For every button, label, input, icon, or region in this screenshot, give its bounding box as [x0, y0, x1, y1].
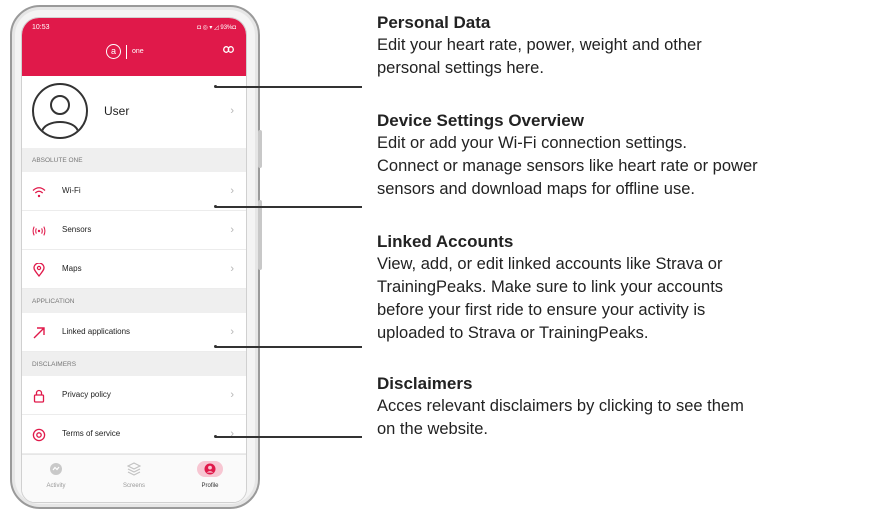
tab-activity[interactable]: Activity — [26, 461, 86, 489]
link-icon[interactable] — [223, 45, 234, 56]
user-profile-row[interactable]: User › — [22, 76, 246, 148]
menu-label-maps: Maps — [62, 264, 82, 273]
note-line: Edit or add your Wi-Fi connection settin… — [377, 134, 687, 152]
app-header: 10:53 ◘ ◎ ▾ ◿ 93%◘ a one — [22, 18, 246, 76]
callout-dot-device-settings — [214, 205, 217, 208]
note-linked-accounts: Linked Accounts View, add, or edit linke… — [377, 232, 872, 344]
user-name: User — [104, 104, 130, 118]
phone-volume-button — [258, 130, 262, 168]
brand-separator — [126, 44, 127, 59]
section-application: APPLICATION — [22, 289, 246, 313]
note-line: uploaded to Strava or TrainingPeaks. — [377, 324, 649, 342]
note-title: Device Settings Overview — [377, 111, 584, 130]
wifi-icon — [32, 185, 46, 199]
phone-power-button — [258, 200, 262, 270]
brand-logo: a one — [106, 44, 144, 59]
layers-icon — [121, 461, 147, 477]
note-title: Personal Data — [377, 13, 491, 32]
menu-label-privacy-policy: Privacy policy — [62, 390, 111, 399]
note-line: sensors and download maps for offline us… — [377, 180, 695, 198]
section-disclaimers: DISCLAIMERS — [22, 352, 246, 376]
phone-screen: 10:53 ◘ ◎ ▾ ◿ 93%◘ a one User › ABSOLUTE… — [21, 17, 247, 503]
tab-label-profile: Profile — [201, 483, 219, 489]
note-line: Connect or manage sensors like heart rat… — [377, 157, 758, 175]
note-personal-data: Personal Data Edit your heart rate, powe… — [377, 13, 872, 79]
tab-label-screens: Screens — [122, 483, 145, 489]
menu-label-terms-of-service: Terms of service — [62, 429, 121, 438]
arrow-up-right-icon — [32, 326, 46, 340]
note-line: Acces relevant disclaimers by clicking t… — [377, 397, 744, 415]
at-sign-icon — [32, 428, 46, 442]
tab-profile[interactable]: Profile — [180, 461, 240, 489]
note-disclaimers: Disclaimers Acces relevant disclaimers b… — [377, 374, 872, 440]
note-device-settings: Device Settings Overview Edit or add you… — [377, 111, 872, 200]
note-line: Edit your heart rate, power, weight and … — [377, 36, 702, 54]
callout-line-disclaimers — [215, 436, 362, 438]
menu-label-sensors: Sensors — [62, 225, 92, 234]
chevron-right-icon: › — [230, 389, 234, 401]
menu-item-wifi[interactable]: Wi-Fi › — [22, 172, 246, 211]
chevron-right-icon: › — [230, 428, 234, 440]
callout-dot-disclaimers — [214, 435, 217, 438]
profile-icon — [197, 461, 223, 477]
menu-label-wifi: Wi-Fi — [62, 186, 81, 195]
menu-item-maps[interactable]: Maps › — [22, 250, 246, 289]
note-line: personal settings here. — [377, 59, 544, 77]
activity-icon — [43, 461, 69, 477]
map-pin-icon — [32, 263, 46, 277]
status-time: 10:53 — [32, 24, 50, 31]
chevron-right-icon: › — [230, 105, 234, 117]
menu-label-linked-applications: Linked applications — [62, 327, 131, 336]
callout-line-device-settings — [215, 206, 362, 208]
bottom-navigation: Activity Screens Profile — [22, 454, 246, 502]
tab-label-activity: Activity — [46, 483, 66, 489]
brand-text: one — [132, 48, 144, 55]
chevron-right-icon: › — [230, 326, 234, 338]
note-title: Linked Accounts — [377, 232, 514, 251]
sensor-signal-icon — [32, 224, 46, 238]
chevron-right-icon: › — [230, 263, 234, 275]
menu-item-terms-of-service[interactable]: Terms of service › — [22, 415, 246, 454]
note-line: View, add, or edit linked accounts like … — [377, 255, 723, 273]
note-line: before your first ride to ensure your ac… — [377, 301, 706, 319]
note-line: TrainingPeaks. Make sure to link your ac… — [377, 278, 724, 296]
chevron-right-icon: › — [230, 224, 234, 236]
tab-screens[interactable]: Screens — [104, 461, 164, 489]
callout-line-linked-accounts — [215, 346, 362, 348]
menu-item-privacy-policy[interactable]: Privacy policy › — [22, 376, 246, 415]
section-absolute-one: ABSOLUTE ONE — [22, 148, 246, 172]
callout-dot-personal-data — [214, 85, 217, 88]
note-title: Disclaimers — [377, 374, 473, 393]
callout-line-personal-data — [215, 86, 362, 88]
callout-dot-linked-accounts — [214, 345, 217, 348]
avatar-icon — [32, 83, 88, 139]
status-icons: ◘ ◎ ▾ ◿ 93%◘ — [197, 25, 236, 31]
brand-mark-icon: a — [106, 44, 121, 59]
lock-icon — [32, 389, 46, 403]
menu-item-linked-applications[interactable]: Linked applications › — [22, 313, 246, 352]
chevron-right-icon: › — [230, 185, 234, 197]
menu-item-sensors[interactable]: Sensors › — [22, 211, 246, 250]
note-line: on the website. — [377, 420, 488, 438]
